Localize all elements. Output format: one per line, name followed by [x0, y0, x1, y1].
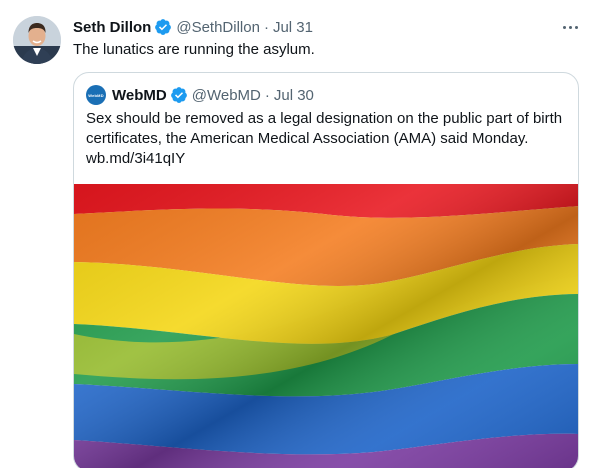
tweet-date[interactable]: Jul 31: [273, 19, 313, 36]
quoted-verified-badge-icon: [170, 86, 188, 104]
quoted-tweet-header: WebMD WebMD @WebMD · Jul 30: [86, 85, 314, 105]
ellipsis-icon[interactable]: [558, 17, 582, 37]
quoted-author-name[interactable]: WebMD: [112, 87, 167, 104]
verified-badge-icon: [154, 18, 172, 36]
author-handle[interactable]: @SethDillon: [176, 19, 260, 36]
author-avatar[interactable]: [13, 16, 61, 64]
quoted-avatar-logo-text: WebMD: [88, 92, 104, 98]
author-name[interactable]: Seth Dillon: [73, 19, 151, 36]
tweet-text: The lunatics are running the asylum.: [73, 41, 315, 58]
quoted-tweet-date[interactable]: Jul 30: [274, 87, 314, 104]
quoted-header-separator: ·: [264, 86, 270, 104]
quoted-author-avatar[interactable]: WebMD: [86, 85, 106, 105]
tweet[interactable]: Seth Dillon @SethDillon · Jul 31 The lun…: [0, 0, 595, 468]
quoted-tweet[interactable]: WebMD WebMD @WebMD · Jul 30 Sex should b…: [73, 72, 579, 468]
quoted-tweet-text: Sex should be removed as a legal designa…: [86, 110, 563, 167]
rainbow-flag-image[interactable]: [74, 184, 578, 468]
header-separator: ·: [263, 18, 269, 36]
quoted-author-handle[interactable]: @WebMD: [192, 87, 261, 104]
tweet-header: Seth Dillon @SethDillon · Jul 31: [73, 17, 313, 37]
